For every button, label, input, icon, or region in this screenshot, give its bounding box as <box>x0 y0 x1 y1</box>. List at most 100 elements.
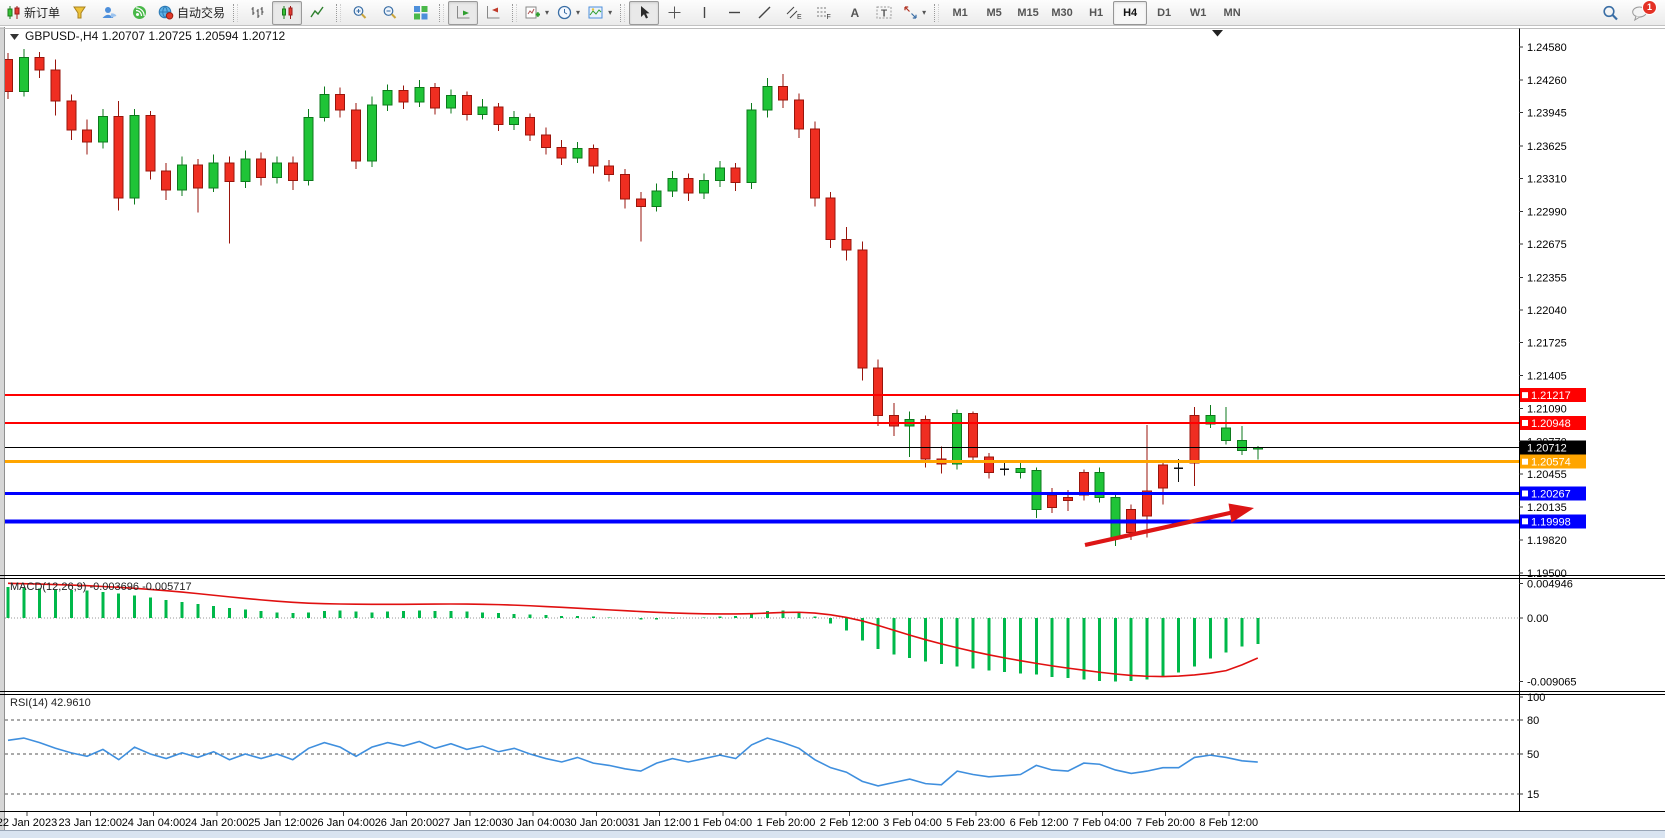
auto-scroll-icon <box>456 5 471 20</box>
bar-chart-button[interactable] <box>242 1 272 25</box>
vertical-line-button[interactable] <box>689 1 719 25</box>
timeframe-w1[interactable]: W1 <box>1181 1 1215 25</box>
fibonacci-button[interactable]: F <box>809 1 839 25</box>
chart-area: GBPUSD-,H4 1.20707 1.20725 1.20594 1.207… <box>0 26 1665 831</box>
candle <box>779 86 788 99</box>
bid-price-badge[interactable]: 1.20712 <box>1520 440 1586 454</box>
chart-shift-button[interactable] <box>478 1 508 25</box>
candlestick-chart-button[interactable] <box>272 1 302 25</box>
tile-windows-icon <box>413 5 428 20</box>
time-tick-label: 23 Jan 12:00 <box>58 817 122 829</box>
timeframe-d1[interactable]: D1 <box>1147 1 1181 25</box>
templates-dropdown[interactable]: ▾ <box>584 1 616 25</box>
toolbar-separator[interactable] <box>512 4 517 22</box>
toolbar-separator[interactable] <box>620 4 625 22</box>
candle <box>1237 440 1246 450</box>
timeframe-m15[interactable]: M15 <box>1011 1 1045 25</box>
clock-icon <box>557 5 572 20</box>
timeframe-mn[interactable]: MN <box>1215 1 1249 25</box>
search-button[interactable] <box>1602 5 1619 21</box>
macd-axis-label: -0.009065 <box>1527 676 1577 688</box>
candle <box>114 116 123 198</box>
candle <box>35 57 44 69</box>
candle <box>383 90 392 104</box>
price-badge-1.21217[interactable]: 1.21217 <box>1520 388 1586 402</box>
chevron-down-icon: ▾ <box>576 8 580 17</box>
zoom-in-button[interactable] <box>345 1 375 25</box>
toolbar-separator[interactable] <box>934 4 939 22</box>
channel-icon: E <box>786 5 802 20</box>
arrows-dropdown[interactable]: ▾ <box>899 1 930 25</box>
price-tick-label: 1.22990 <box>1527 207 1567 219</box>
timeframe-h1[interactable]: H1 <box>1079 1 1113 25</box>
candle <box>462 96 471 115</box>
window-left-edge <box>0 27 4 831</box>
timeframe-m1[interactable]: M1 <box>943 1 977 25</box>
auto-trading-button-label: 自动交易 <box>177 4 225 21</box>
community-button[interactable] <box>94 1 124 25</box>
zoom-in-icon <box>352 5 368 20</box>
chat-button[interactable]: 1 <box>1631 5 1649 21</box>
toolbar-separator[interactable] <box>336 4 341 22</box>
candle <box>19 57 28 91</box>
svg-text:T: T <box>881 9 887 20</box>
text-label-icon: T <box>876 5 892 20</box>
svg-text:F: F <box>827 14 831 20</box>
new-order-icon <box>6 5 21 20</box>
new-chart-dropdown[interactable]: ▾ <box>521 1 553 25</box>
crosshair-button[interactable] <box>659 1 689 25</box>
equidistant-channel-button[interactable]: E <box>779 1 809 25</box>
rsi-axis-label: 80 <box>1527 715 1539 727</box>
rsi-label: RSI(14) 42.9610 <box>10 697 91 709</box>
toolbar-right: 1 <box>1602 5 1663 21</box>
timeframe-h1-label: H1 <box>1089 7 1103 19</box>
market-watch-button[interactable] <box>64 1 94 25</box>
candle <box>431 87 440 108</box>
candle <box>763 86 772 110</box>
auto-trading-button[interactable]: 自动交易 <box>154 1 229 25</box>
new-order-button[interactable]: 新订单 <box>2 1 64 25</box>
timeframe-mn-label: MN <box>1224 7 1241 19</box>
zoom-out-button[interactable] <box>375 1 405 25</box>
line-chart-button[interactable] <box>302 1 332 25</box>
chart-title: GBPUSD-,H4 1.20707 1.20725 1.20594 1.207… <box>25 29 286 43</box>
timeframe-m30[interactable]: M30 <box>1045 1 1079 25</box>
community-icon <box>101 5 117 20</box>
candle <box>178 165 187 190</box>
trendline-button[interactable] <box>749 1 779 25</box>
candle <box>921 420 930 459</box>
price-badge-1.20267[interactable]: 1.20267 <box>1520 486 1586 500</box>
toolbar-separator[interactable] <box>233 4 238 22</box>
horizontal-line-icon <box>727 5 742 20</box>
time-tick-label: 26 Jan 20:00 <box>375 817 439 829</box>
auto-scroll-button[interactable] <box>448 1 478 25</box>
toolbar-separator[interactable] <box>439 4 444 22</box>
new-order-button-label: 新订单 <box>24 4 60 21</box>
signals-button[interactable] <box>124 1 154 25</box>
price-badge-1.20948[interactable]: 1.20948 <box>1520 416 1586 430</box>
candle <box>257 159 266 178</box>
price-tick-label: 1.24580 <box>1527 42 1567 54</box>
timeframe-h4[interactable]: H4 <box>1113 1 1147 25</box>
horizontal-line-button[interactable] <box>719 1 749 25</box>
price-badge-1.19998[interactable]: 1.19998 <box>1520 514 1586 528</box>
periods-dropdown[interactable]: ▾ <box>553 1 584 25</box>
candle <box>731 168 740 182</box>
time-tick-label: 3 Feb 04:00 <box>883 817 942 829</box>
candle <box>193 165 202 188</box>
timeframe-m5[interactable]: M5 <box>977 1 1011 25</box>
tile-windows-button[interactable] <box>405 1 435 25</box>
text-button[interactable]: A <box>839 1 869 25</box>
arrows-icon <box>903 5 918 20</box>
candle <box>1048 495 1057 507</box>
cursor-icon <box>638 5 651 20</box>
cursor-button[interactable] <box>629 1 659 25</box>
price-badge-1.20574[interactable]: 1.20574 <box>1520 455 1586 469</box>
text-label-button[interactable]: T <box>869 1 899 25</box>
candle <box>1016 468 1025 472</box>
timeframe-d1-label: D1 <box>1157 7 1171 19</box>
candle <box>620 174 629 199</box>
time-tick-label: 5 Feb 23:00 <box>946 817 1005 829</box>
candle <box>1158 465 1167 488</box>
time-tick-label: 1 Feb 04:00 <box>693 817 752 829</box>
